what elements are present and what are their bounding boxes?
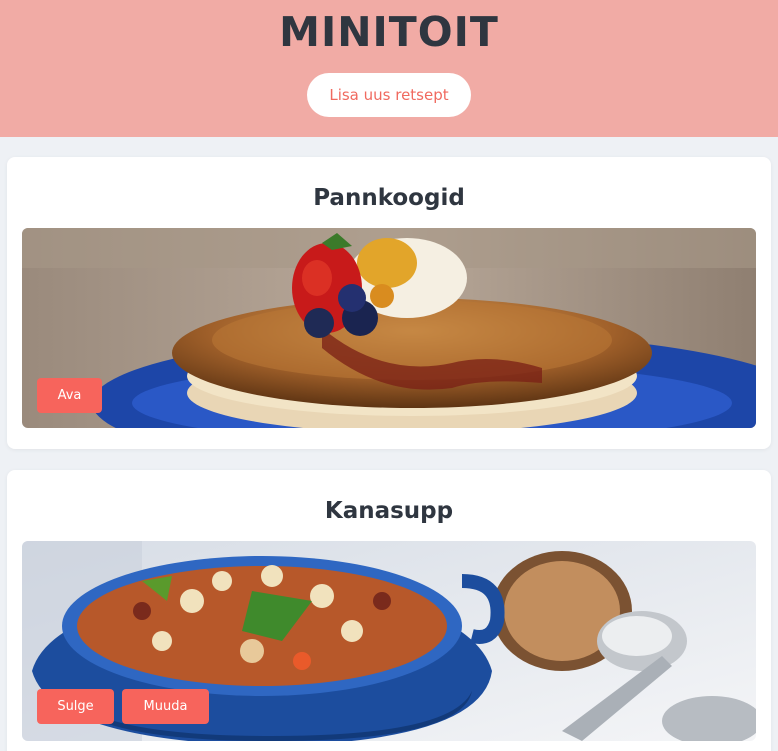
edit-button[interactable]: Muuda bbox=[122, 689, 209, 724]
recipe-title: Pannkoogid bbox=[313, 185, 465, 211]
open-button[interactable]: Ava bbox=[37, 378, 102, 413]
recipe-card: Kanasupp Sulge Muuda bbox=[7, 470, 771, 751]
site-header: MINITOIT Lisa uus retsept bbox=[0, 0, 778, 137]
recipe-title: Kanasupp bbox=[324, 498, 454, 524]
site-title: MINITOIT bbox=[279, 8, 499, 56]
recipe-card: Pannkoogid Ava bbox=[7, 157, 771, 449]
recipe-image-pancakes bbox=[22, 228, 756, 428]
add-recipe-button[interactable]: Lisa uus retsept bbox=[307, 73, 471, 117]
close-button[interactable]: Sulge bbox=[37, 689, 114, 724]
